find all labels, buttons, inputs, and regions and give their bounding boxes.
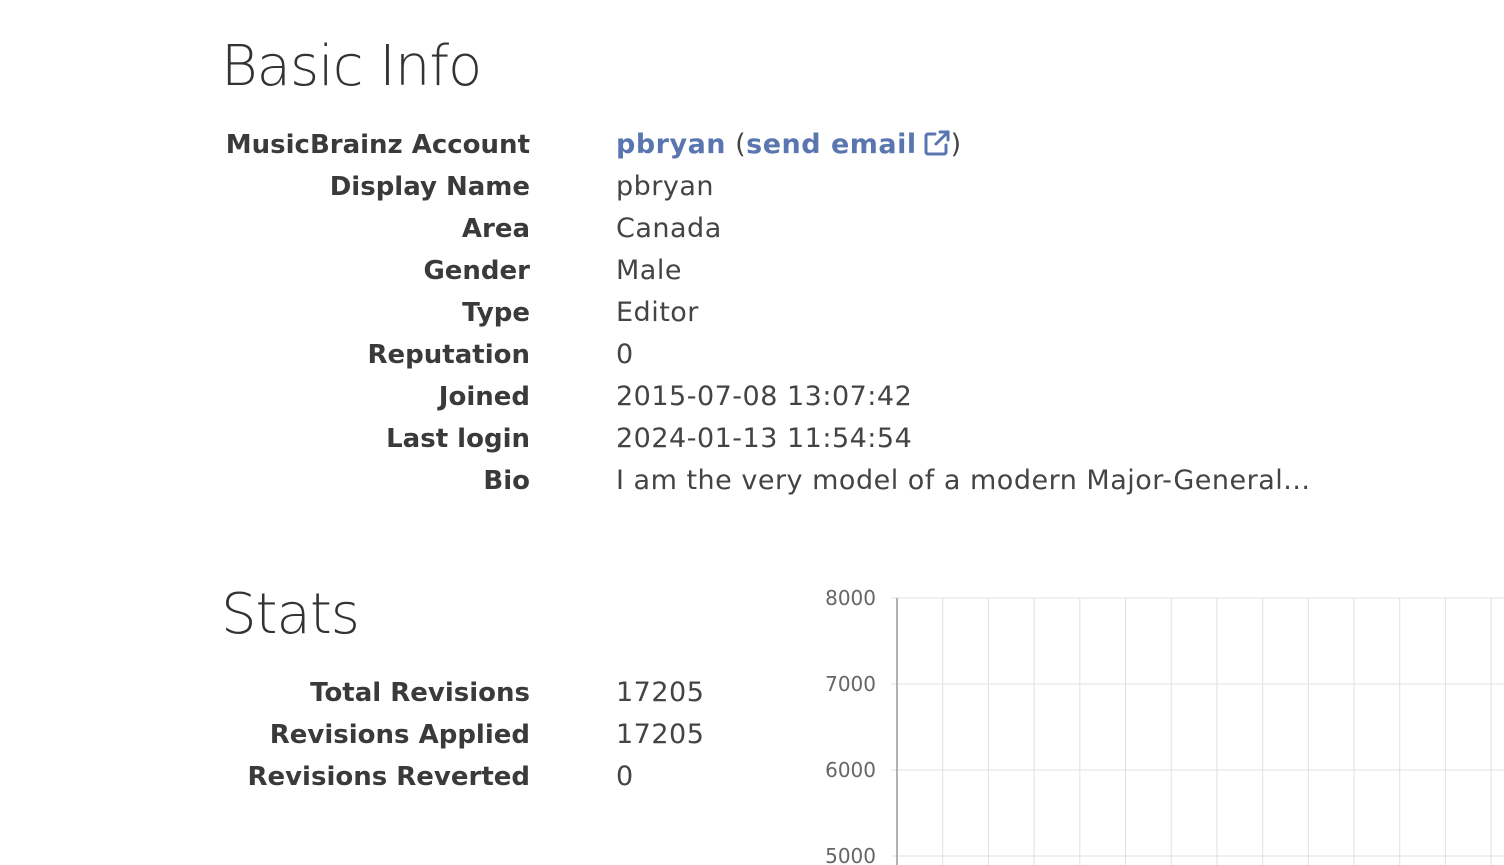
stats-value: 17205: [616, 719, 705, 750]
stats-value: 0: [616, 761, 634, 792]
basic-info-heading: Basic Info: [221, 34, 482, 99]
y-tick-label: 6000: [825, 758, 876, 782]
basic-info-row: Gender Male: [0, 250, 1504, 292]
basic-info-value: 0: [616, 339, 634, 370]
y-tick-label: 5000: [825, 844, 876, 865]
basic-info-value: pbryan: [616, 171, 715, 202]
y-tick-label: 8000: [825, 586, 876, 610]
send-email-link[interactable]: send email: [746, 129, 951, 160]
basic-info-row: Display Name pbryan: [0, 166, 1504, 208]
basic-info-label: Last login: [386, 424, 530, 454]
stats-value: 17205: [616, 677, 705, 708]
close-paren: ): [950, 129, 962, 160]
y-tick-label: 7000: [825, 672, 876, 696]
user-profile-page: Basic Info MusicBrainz Account pbryan (s…: [0, 0, 1504, 865]
account-row: MusicBrainz Account pbryan (send email): [0, 124, 1504, 166]
account-label: MusicBrainz Account: [225, 130, 530, 160]
stats-label: Revisions Reverted: [247, 762, 530, 792]
basic-info-row: Last login 2024-01-13 11:54:54: [0, 418, 1504, 460]
basic-info-row: Area Canada: [0, 208, 1504, 250]
basic-info-label: Reputation: [367, 340, 530, 370]
basic-info-value: I am the very model of a modern Major-Ge…: [616, 465, 1311, 496]
basic-info-label: Gender: [423, 256, 530, 286]
basic-info-row: Bio I am the very model of a modern Major…: [0, 460, 1504, 502]
basic-info-row: Joined 2015-07-08 13:07:42: [0, 376, 1504, 418]
external-link-icon: [924, 130, 950, 156]
basic-info-value: Canada: [616, 213, 722, 244]
stats-label: Total Revisions: [310, 678, 530, 708]
basic-info-value: 2015-07-08 13:07:42: [616, 381, 913, 412]
basic-info-label: Display Name: [329, 172, 530, 202]
stats-heading: Stats: [221, 582, 360, 647]
basic-info-row: Reputation 0: [0, 334, 1504, 376]
open-paren: (: [735, 129, 747, 160]
basic-info-value: Male: [616, 255, 682, 286]
stats-label: Revisions Applied: [269, 720, 530, 750]
basic-info-value: Editor: [616, 297, 699, 328]
account-username-link[interactable]: pbryan: [616, 129, 726, 160]
basic-info-label: Area: [461, 214, 530, 244]
basic-info-label: Bio: [483, 466, 530, 496]
basic-info-label: Joined: [438, 382, 530, 412]
revisions-chart: 8000 7000 6000 5000: [825, 586, 1504, 865]
basic-info-value: 2024-01-13 11:54:54: [616, 423, 913, 454]
basic-info-label: Type: [462, 298, 530, 328]
basic-info-row: Type Editor: [0, 292, 1504, 334]
account-value: pbryan (send email): [616, 124, 962, 166]
send-email-label: send email: [746, 129, 917, 160]
